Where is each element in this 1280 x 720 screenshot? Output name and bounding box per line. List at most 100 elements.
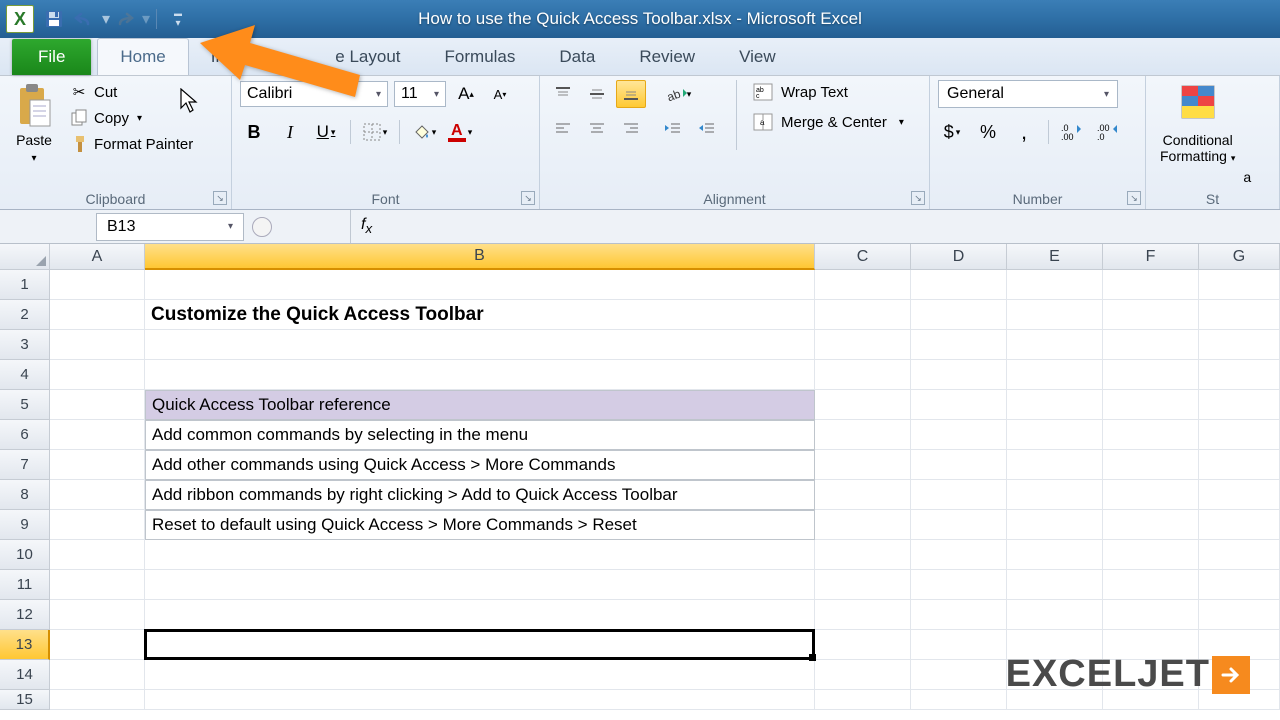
row-header[interactable]: 15 xyxy=(0,690,50,710)
cell[interactable] xyxy=(145,360,815,390)
underline-button[interactable]: U▾ xyxy=(312,118,340,146)
cell[interactable] xyxy=(911,270,1007,300)
cut-button[interactable]: ✂Cut xyxy=(66,82,197,102)
cell[interactable] xyxy=(1103,600,1199,630)
cell[interactable] xyxy=(145,600,815,630)
cell[interactable] xyxy=(1103,330,1199,360)
cell[interactable] xyxy=(1199,360,1280,390)
fill-color-button[interactable]: ▾ xyxy=(410,118,438,146)
cell[interactable] xyxy=(1007,480,1103,510)
comma-format-button[interactable]: , xyxy=(1010,118,1038,146)
view-tab[interactable]: View xyxy=(717,39,798,75)
align-top-button[interactable] xyxy=(548,80,578,108)
cell[interactable] xyxy=(815,450,911,480)
review-tab[interactable]: Review xyxy=(617,39,717,75)
cell[interactable] xyxy=(815,300,911,330)
cell[interactable] xyxy=(1199,330,1280,360)
customize-qat-icon[interactable]: ▬▾ xyxy=(166,7,190,31)
row-header[interactable]: 1 xyxy=(0,270,50,300)
cell[interactable] xyxy=(911,420,1007,450)
data-tab[interactable]: Data xyxy=(537,39,617,75)
increase-indent-button[interactable] xyxy=(692,114,722,142)
qat-dropdown2-icon[interactable]: ▾ xyxy=(142,7,146,31)
row-header[interactable]: 6 xyxy=(0,420,50,450)
percent-format-button[interactable]: % xyxy=(974,118,1002,146)
cell[interactable] xyxy=(50,390,145,420)
cell[interactable] xyxy=(50,510,145,540)
cell[interactable] xyxy=(1007,360,1103,390)
decrease-decimal-button[interactable]: .00.0 xyxy=(1095,118,1123,146)
conditional-formatting-button[interactable]: ConditionalFormatting ▾ xyxy=(1154,80,1241,166)
format-painter-button[interactable]: Format Painter xyxy=(66,134,197,154)
cell[interactable] xyxy=(911,330,1007,360)
align-center-button[interactable] xyxy=(582,114,612,142)
cell[interactable] xyxy=(1199,540,1280,570)
undo-icon[interactable] xyxy=(72,7,96,31)
cell[interactable] xyxy=(1199,480,1280,510)
cell[interactable] xyxy=(145,690,815,710)
cell[interactable] xyxy=(1199,420,1280,450)
borders-button[interactable]: ▾ xyxy=(361,118,389,146)
italic-button[interactable]: I xyxy=(276,118,304,146)
cell[interactable] xyxy=(815,510,911,540)
cell[interactable] xyxy=(145,540,815,570)
increase-font-icon[interactable]: A▴ xyxy=(452,80,480,108)
cell[interactable] xyxy=(1199,600,1280,630)
col-header-C[interactable]: C xyxy=(815,244,911,270)
clipboard-launcher-icon[interactable]: ↘ xyxy=(213,191,227,205)
merge-center-button[interactable]: aMerge & Center▾ xyxy=(747,110,910,134)
cell[interactable] xyxy=(145,270,815,300)
cell[interactable] xyxy=(50,570,145,600)
number-format-dropdown[interactable]: General▾ xyxy=(938,80,1118,108)
cell-B8[interactable]: Add ribbon commands by right clicking > … xyxy=(145,480,815,510)
qat-dropdown-icon[interactable]: ▾ xyxy=(102,7,106,31)
cell[interactable] xyxy=(815,600,911,630)
select-all-corner[interactable] xyxy=(0,244,50,270)
bold-button[interactable]: B xyxy=(240,118,268,146)
cell[interactable] xyxy=(1199,300,1280,330)
cell[interactable] xyxy=(50,600,145,630)
cell[interactable] xyxy=(1007,450,1103,480)
cell[interactable] xyxy=(1103,540,1199,570)
col-header-E[interactable]: E xyxy=(1007,244,1103,270)
copy-button[interactable]: Copy ▾ xyxy=(66,108,197,128)
cell[interactable] xyxy=(50,270,145,300)
paste-dropdown-icon[interactable]: ▾ xyxy=(31,153,36,164)
row-header[interactable]: 11 xyxy=(0,570,50,600)
cell[interactable] xyxy=(50,540,145,570)
align-left--[interactable] xyxy=(548,114,578,142)
cell[interactable] xyxy=(1199,570,1280,600)
cell[interactable] xyxy=(911,660,1007,690)
cell[interactable] xyxy=(911,360,1007,390)
cell[interactable] xyxy=(911,300,1007,330)
col-header-A[interactable]: A xyxy=(50,244,145,270)
number-launcher-icon[interactable]: ↘ xyxy=(1127,191,1141,205)
cell[interactable] xyxy=(145,660,815,690)
row-header[interactable]: 10 xyxy=(0,540,50,570)
cell[interactable] xyxy=(1007,570,1103,600)
col-header-G[interactable]: G xyxy=(1199,244,1280,270)
col-header-B[interactable]: B xyxy=(145,244,815,270)
align-bottom-button[interactable] xyxy=(616,80,646,108)
cell[interactable] xyxy=(815,330,911,360)
cell[interactable] xyxy=(815,480,911,510)
cell[interactable] xyxy=(1007,540,1103,570)
cell[interactable] xyxy=(815,630,911,660)
cell[interactable] xyxy=(1007,300,1103,330)
cell-B13[interactable] xyxy=(145,630,815,660)
cell[interactable] xyxy=(1103,360,1199,390)
font-size-dropdown[interactable]: 11▾ xyxy=(394,81,446,107)
cell-B2[interactable]: Customize the Quick Access Toolbar xyxy=(145,300,815,330)
cell[interactable] xyxy=(815,690,911,710)
cell[interactable] xyxy=(50,630,145,660)
increase-decimal-button[interactable]: .0.00 xyxy=(1059,118,1087,146)
cell[interactable] xyxy=(815,390,911,420)
row-header[interactable]: 13 xyxy=(0,630,50,660)
accounting-format-button[interactable]: $▾ xyxy=(938,118,966,146)
decrease-indent-button[interactable] xyxy=(658,114,688,142)
alignment-launcher-icon[interactable]: ↘ xyxy=(911,191,925,205)
cell[interactable] xyxy=(911,480,1007,510)
cell[interactable] xyxy=(815,420,911,450)
cell[interactable] xyxy=(50,300,145,330)
cell[interactable] xyxy=(815,270,911,300)
